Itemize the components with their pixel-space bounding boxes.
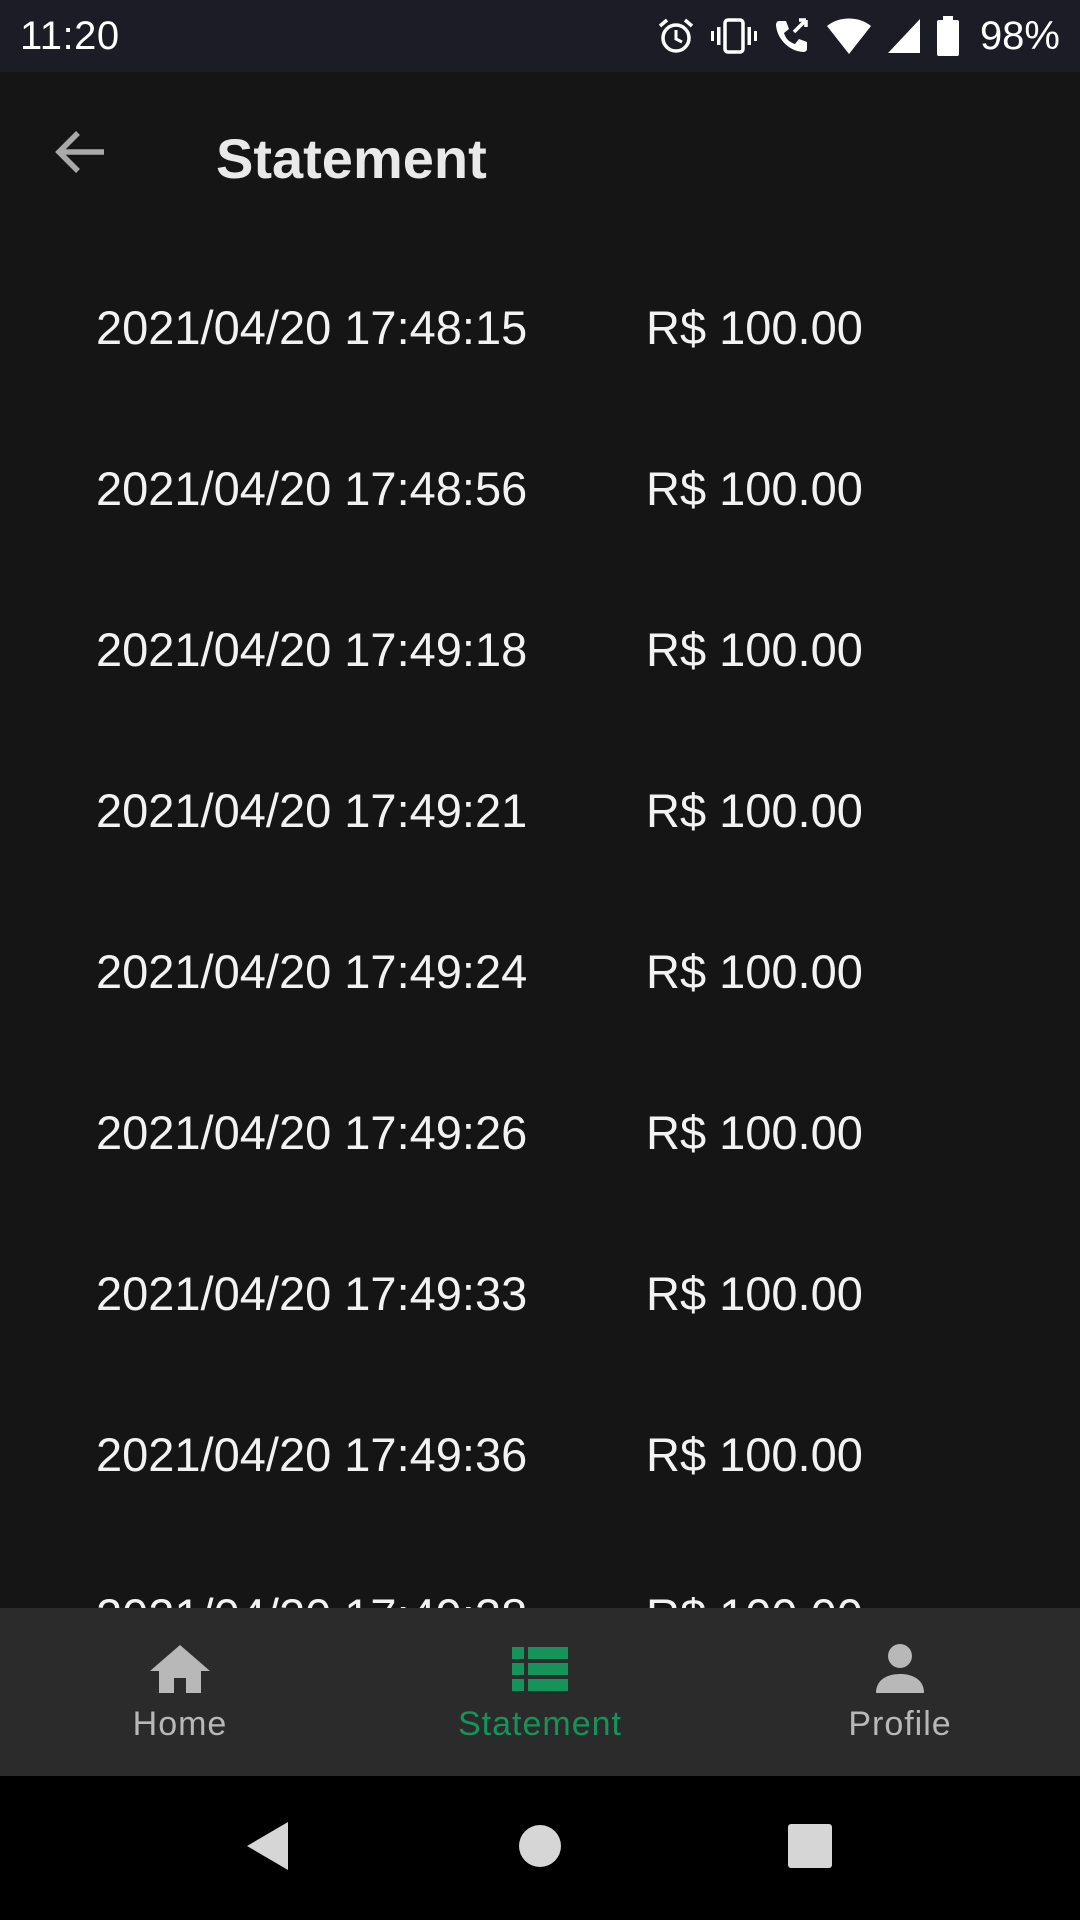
list-icon [512, 1641, 568, 1697]
square-recents-icon [787, 1823, 833, 1874]
list-item[interactable]: 2021/04/20 17:49:26 R$ 100.00 [0, 1047, 1080, 1208]
system-navigation-bar [0, 1776, 1080, 1920]
transaction-amount: R$ 100.00 [646, 945, 863, 998]
circle-home-icon [518, 1824, 562, 1873]
page-title: Statement [216, 127, 487, 190]
system-recents-button[interactable] [774, 1812, 846, 1884]
transaction-amount: R$ 100.00 [646, 623, 863, 676]
transaction-date: 2021/04/20 17:48:15 [96, 301, 528, 354]
nav-label-home: Home [132, 1704, 228, 1743]
transaction-date: 2021/04/20 17:49:38 [96, 1588, 527, 1608]
home-icon [148, 1641, 212, 1697]
nav-label-profile: Profile [848, 1704, 952, 1743]
list-item[interactable]: 2021/04/20 17:48:15 R$ 100.00 [0, 242, 1080, 403]
list-item[interactable]: 2021/04/20 17:49:36 R$ 100.00 [0, 1369, 1080, 1530]
transaction-date: 2021/04/20 17:49:26 [96, 1106, 528, 1159]
list-item[interactable]: 2021/04/20 17:49:21 R$ 100.00 [0, 725, 1080, 886]
battery-percentage: 98% [979, 13, 1060, 58]
system-back-button[interactable] [232, 1812, 304, 1884]
transaction-date: 2021/04/20 17:49:36 [96, 1428, 528, 1481]
arrow-back-icon [52, 128, 108, 181]
nav-item-statement[interactable]: Statement [360, 1608, 720, 1776]
vibrate-icon [710, 16, 758, 56]
cell-signal-icon [886, 16, 922, 56]
app-bar: Statement [0, 72, 1080, 242]
wifi-icon [826, 16, 872, 56]
transaction-amount: R$ 100.00 [646, 1106, 863, 1159]
list-item[interactable]: 2021/04/20 17:48:56 R$ 100.00 [0, 403, 1080, 564]
list-item[interactable]: 2021/04/20 17:49:18 R$ 100.00 [0, 564, 1080, 725]
transaction-amount: R$ 100.00 [646, 1428, 863, 1481]
transaction-list[interactable]: 2021/04/20 17:48:15 R$ 100.00 2021/04/20… [0, 242, 1080, 1608]
transaction-date: 2021/04/20 17:49:33 [96, 1267, 528, 1320]
app-content: Statement 2021/04/20 17:48:15 R$ 100.00 … [0, 72, 1080, 1608]
transaction-amount: R$ 100.00 [646, 462, 863, 515]
transaction-amount: R$ 100.00 [646, 784, 863, 837]
back-button[interactable] [44, 124, 116, 184]
person-icon [874, 1641, 926, 1697]
transaction-date: 2021/04/20 17:49:18 [96, 623, 528, 676]
status-bar: 11:20 98% [0, 0, 1080, 72]
status-time: 11:20 [20, 13, 120, 58]
nav-item-profile[interactable]: Profile [720, 1608, 1080, 1776]
status-icons: 98% [656, 14, 1060, 59]
bottom-navigation: Home Statement Profile [0, 1608, 1080, 1776]
transaction-amount: R$ 100.00 [646, 1588, 863, 1608]
battery-icon [936, 15, 960, 57]
list-item[interactable]: 2021/04/20 17:49:38 R$ 100.00 [0, 1530, 1080, 1608]
alarm-icon [656, 16, 696, 56]
transaction-date: 2021/04/20 17:48:56 [96, 462, 528, 515]
nav-item-home[interactable]: Home [0, 1608, 360, 1776]
system-home-button[interactable] [504, 1812, 576, 1884]
list-item[interactable]: 2021/04/20 17:49:33 R$ 100.00 [0, 1208, 1080, 1369]
nav-label-statement: Statement [458, 1704, 622, 1743]
list-item[interactable]: 2021/04/20 17:49:24 R$ 100.00 [0, 886, 1080, 1047]
transaction-amount: R$ 100.00 [646, 301, 863, 354]
wifi-calling-icon [772, 16, 812, 56]
triangle-back-icon [244, 1820, 292, 1877]
transaction-amount: R$ 100.00 [646, 1267, 863, 1320]
transaction-date: 2021/04/20 17:49:21 [96, 784, 528, 837]
transaction-date: 2021/04/20 17:49:24 [96, 945, 528, 998]
